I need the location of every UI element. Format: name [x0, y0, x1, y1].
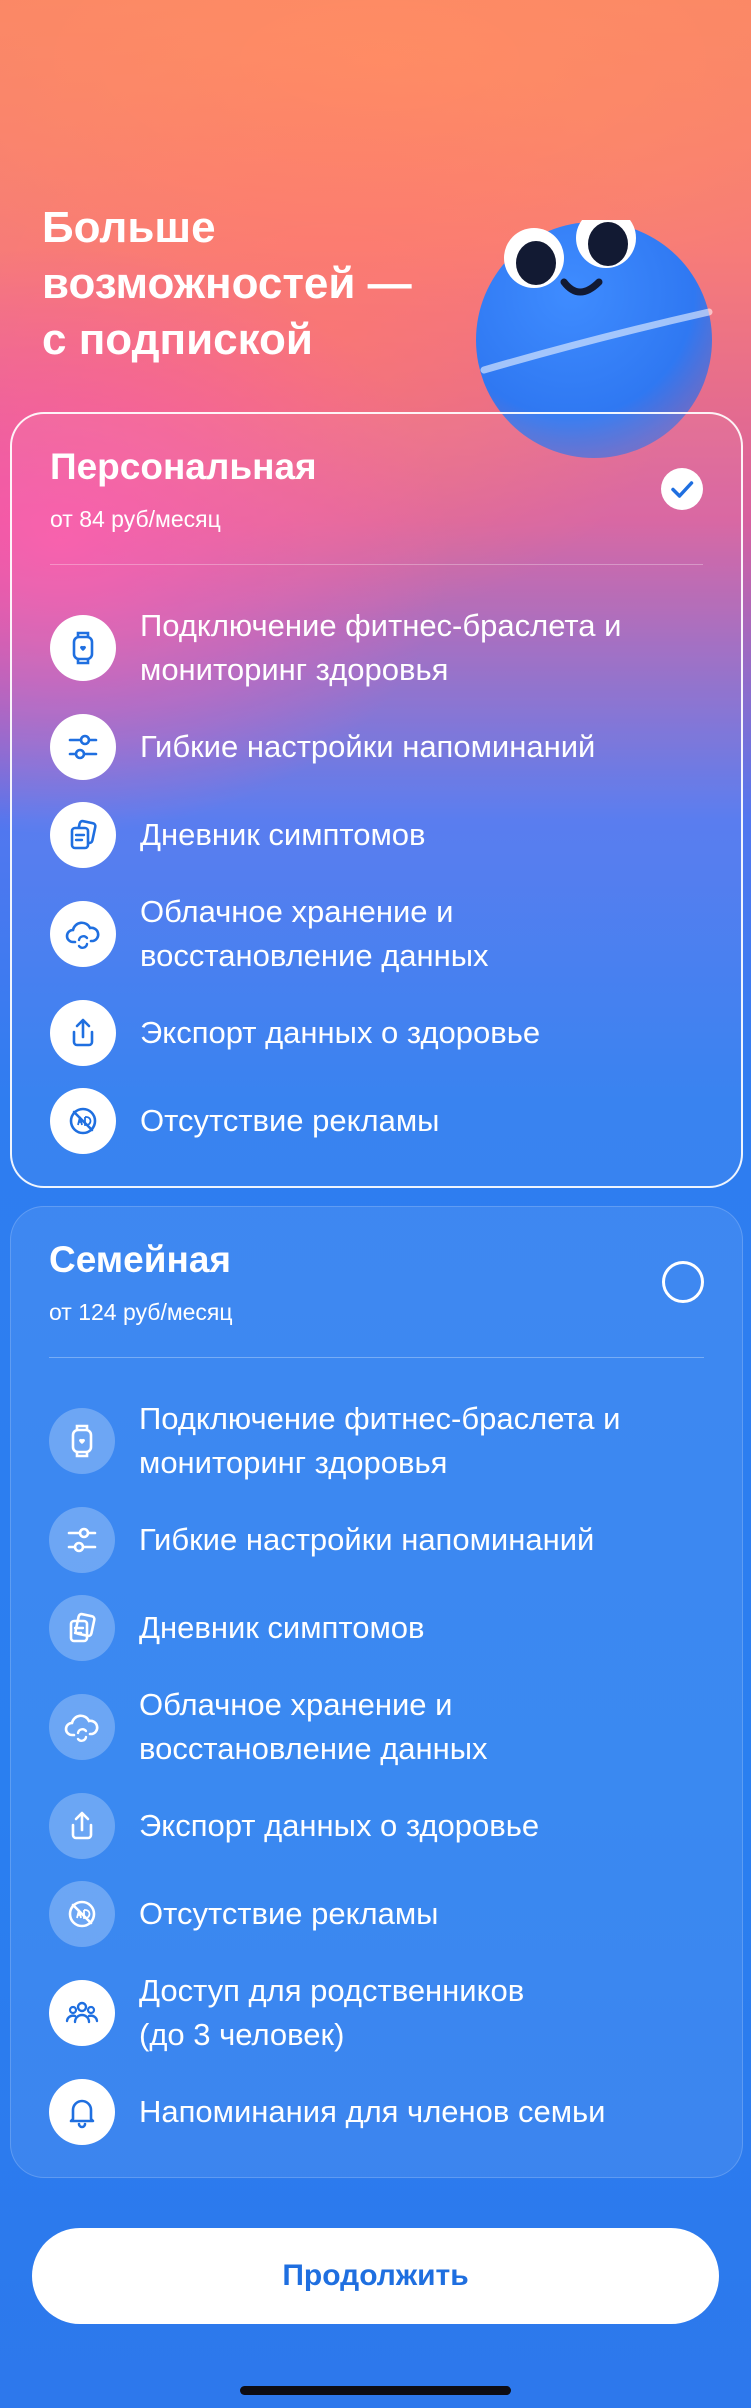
- feature-label: Доступ для родственников (до 3 человек): [139, 1973, 525, 2052]
- home-indicator: [240, 2386, 511, 2395]
- feature-label: Облачное хранение и восстановление данны…: [139, 1687, 488, 1766]
- feature-item: Дневник симптомов: [50, 802, 711, 868]
- plan-name: Семейная: [49, 1239, 232, 1280]
- feature-label: Облачное хранение и восстановление данны…: [140, 894, 489, 973]
- sliders-icon: [49, 1507, 115, 1573]
- feature-label: Отсутствие рекламы: [140, 1103, 440, 1138]
- plan-name: Персональная: [50, 446, 317, 487]
- share-icon: [50, 1000, 116, 1066]
- page-title-line: с подпиской: [42, 315, 313, 364]
- notes-icon: [50, 802, 116, 868]
- feature-item: Экспорт данных о здоровье: [50, 1000, 711, 1066]
- feature-item: Подключение фитнес-браслета и мониторинг…: [49, 1397, 712, 1485]
- feature-item: Экспорт данных о здоровье: [49, 1793, 712, 1859]
- feature-item: Облачное хранение и восстановление данны…: [50, 890, 711, 978]
- page-title-line: возможностей —: [42, 259, 412, 308]
- page-title-line: Больше: [42, 203, 216, 252]
- watch-icon: [50, 615, 116, 681]
- plan-price: от 84 руб/месяц: [50, 506, 221, 532]
- feature-label: Напоминания для членов семьи: [139, 2094, 606, 2129]
- feature-label: Дневник симптомов: [140, 817, 426, 852]
- checkmark-icon: [671, 481, 694, 498]
- plan-card-family[interactable]: Семейная от 124 руб/месяц Подключение фи…: [10, 1206, 743, 2178]
- notes-icon: [49, 1595, 115, 1661]
- feature-label: Экспорт данных о здоровье: [139, 1808, 540, 1843]
- feature-item: Облачное хранение и восстановление данны…: [49, 1683, 712, 1771]
- no-ads-icon: [50, 1088, 116, 1154]
- feature-label: Подключение фитнес-браслета и мониторинг…: [139, 1401, 621, 1480]
- feature-list: Подключение фитнес-браслета и мониторинг…: [49, 1397, 712, 2167]
- family-icon: [49, 1980, 115, 2046]
- feature-label: Гибкие настройки напоминаний: [140, 729, 596, 764]
- no-ads-icon: [49, 1881, 115, 1947]
- feature-list: Подключение фитнес-браслета и мониторинг…: [50, 604, 711, 1176]
- plan-radio-unselected[interactable]: [662, 1261, 704, 1303]
- feature-item: Отсутствие рекламы: [49, 1881, 712, 1947]
- feature-item: Подключение фитнес-браслета и мониторинг…: [50, 604, 711, 692]
- feature-item: Доступ для родственников (до 3 человек): [49, 1969, 712, 2057]
- cloud-sync-icon: [50, 901, 116, 967]
- feature-label: Экспорт данных о здоровье: [140, 1015, 541, 1050]
- feature-label: Гибкие настройки напоминаний: [139, 1522, 595, 1557]
- feature-item: Гибкие настройки напоминаний: [49, 1507, 712, 1573]
- plan-price: от 124 руб/месяц: [49, 1299, 233, 1325]
- feature-label: Дневник симптомов: [139, 1610, 425, 1645]
- bell-icon: [49, 2079, 115, 2145]
- feature-label: Подключение фитнес-браслета и мониторинг…: [140, 608, 622, 687]
- feature-label: Отсутствие рекламы: [139, 1896, 439, 1931]
- sliders-icon: [50, 714, 116, 780]
- feature-item: Отсутствие рекламы: [50, 1088, 711, 1154]
- feature-item: Дневник симптомов: [49, 1595, 712, 1661]
- plan-radio-selected[interactable]: [661, 468, 703, 510]
- feature-item: Гибкие настройки напоминаний: [50, 714, 711, 780]
- cloud-sync-icon: [49, 1694, 115, 1760]
- divider: [49, 1357, 704, 1358]
- feature-item: Напоминания для членов семьи: [49, 2079, 712, 2145]
- share-icon: [49, 1793, 115, 1859]
- watch-icon: [49, 1408, 115, 1474]
- divider: [50, 564, 703, 565]
- continue-button[interactable]: Продолжить: [32, 2228, 719, 2324]
- page-title: Больше возможностей — с подпиской: [42, 200, 462, 368]
- plan-card-personal[interactable]: Персональная от 84 руб/месяц Подключение…: [10, 412, 743, 1188]
